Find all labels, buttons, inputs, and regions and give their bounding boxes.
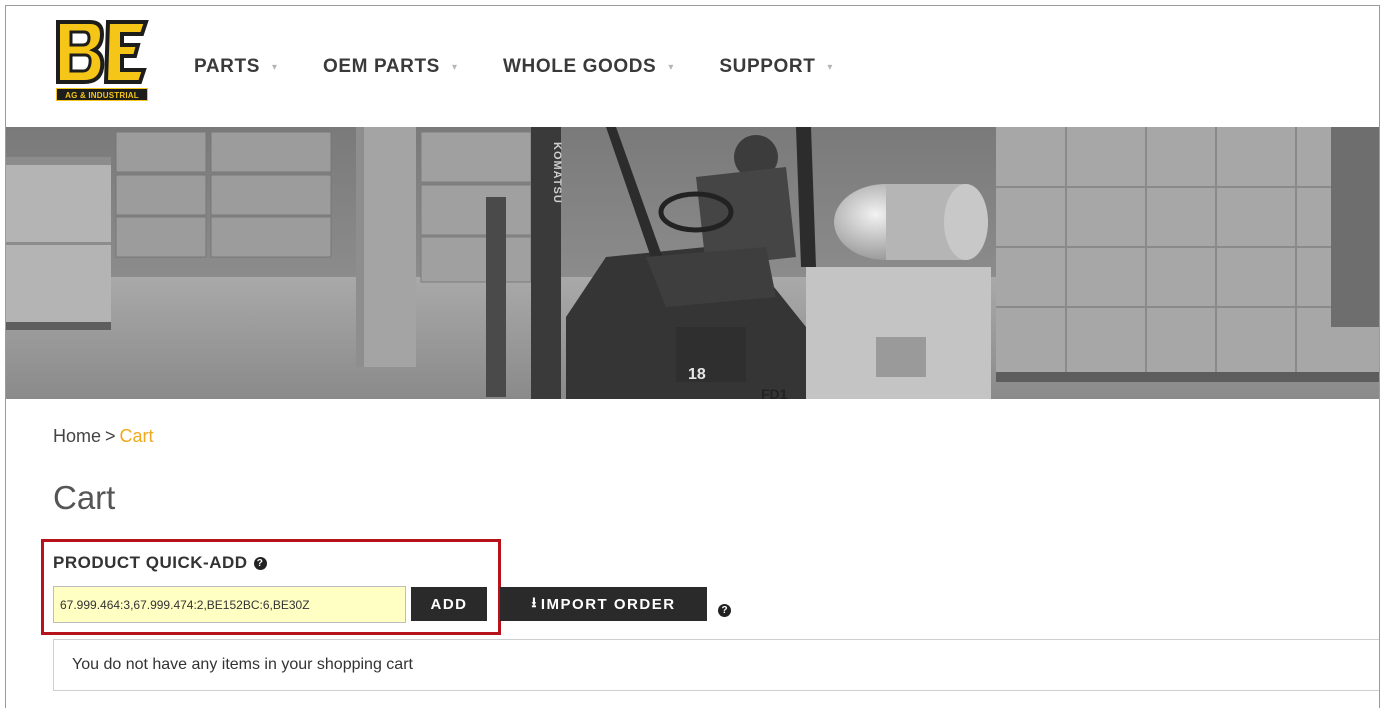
logo-letters: [56, 20, 149, 84]
help-icon[interactable]: ?: [253, 556, 267, 570]
add-button[interactable]: ADD: [411, 587, 487, 621]
brand-logo[interactable]: AG & INDUSTRIAL: [54, 18, 150, 102]
quick-add-label: PRODUCT QUICK-ADD ?: [53, 553, 267, 573]
nav-item-label: OEM PARTS: [323, 56, 440, 77]
upload-icon: ⭳: [531, 594, 538, 610]
forklift-number: 18: [688, 366, 706, 383]
nav-item-oem-parts[interactable]: OEM PARTS ▾: [323, 56, 457, 78]
hero-banner: 18 FD1 KOMATSU: [6, 127, 1379, 399]
forklift-brand: KOMATSU: [551, 142, 563, 204]
nav-item-label: SUPPORT: [719, 56, 816, 77]
nav-item-whole-goods[interactable]: WHOLE GOODS ▾: [503, 56, 673, 78]
breadcrumb-separator: >: [105, 426, 116, 446]
breadcrumb-home-link[interactable]: Home: [53, 426, 101, 446]
import-help-icon[interactable]: ?: [718, 604, 731, 617]
quick-add-label-text: PRODUCT QUICK-ADD: [53, 553, 248, 572]
site-header: AG & INDUSTRIAL PARTS ▾ OEM PARTS ▾ WHOL…: [6, 6, 1379, 127]
cart-empty-message: You do not have any items in your shoppi…: [53, 639, 1379, 691]
logo-subtitle: AG & INDUSTRIAL: [56, 88, 148, 101]
nav-item-parts[interactable]: PARTS ▾: [194, 56, 277, 78]
chevron-down-icon: ▾: [827, 61, 833, 73]
page-title: Cart: [53, 479, 116, 516]
breadcrumb-current: Cart: [119, 426, 154, 446]
breadcrumb: Home > Cart: [53, 426, 154, 447]
chevron-down-icon: ▾: [271, 61, 278, 73]
forklift-plate: FD1: [761, 386, 788, 399]
page-frame: AG & INDUSTRIAL PARTS ▾ OEM PARTS ▾ WHOL…: [5, 5, 1380, 708]
chevron-down-icon: ▾: [668, 61, 674, 73]
chevron-down-icon: ▾: [451, 61, 457, 73]
quick-add-input[interactable]: [53, 586, 406, 623]
import-order-button[interactable]: ⭳ IMPORT ORDER: [500, 587, 707, 621]
warehouse-forklift-image: 18 FD1 KOMATSU: [6, 127, 1379, 399]
main-nav: PARTS ▾ OEM PARTS ▾ WHOLE GOODS ▾ SUPPOR…: [194, 56, 878, 78]
import-order-label: IMPORT ORDER: [540, 595, 676, 613]
nav-item-support[interactable]: SUPPORT ▾: [719, 56, 832, 78]
nav-item-label: PARTS: [194, 56, 260, 77]
nav-item-label: WHOLE GOODS: [503, 56, 657, 77]
